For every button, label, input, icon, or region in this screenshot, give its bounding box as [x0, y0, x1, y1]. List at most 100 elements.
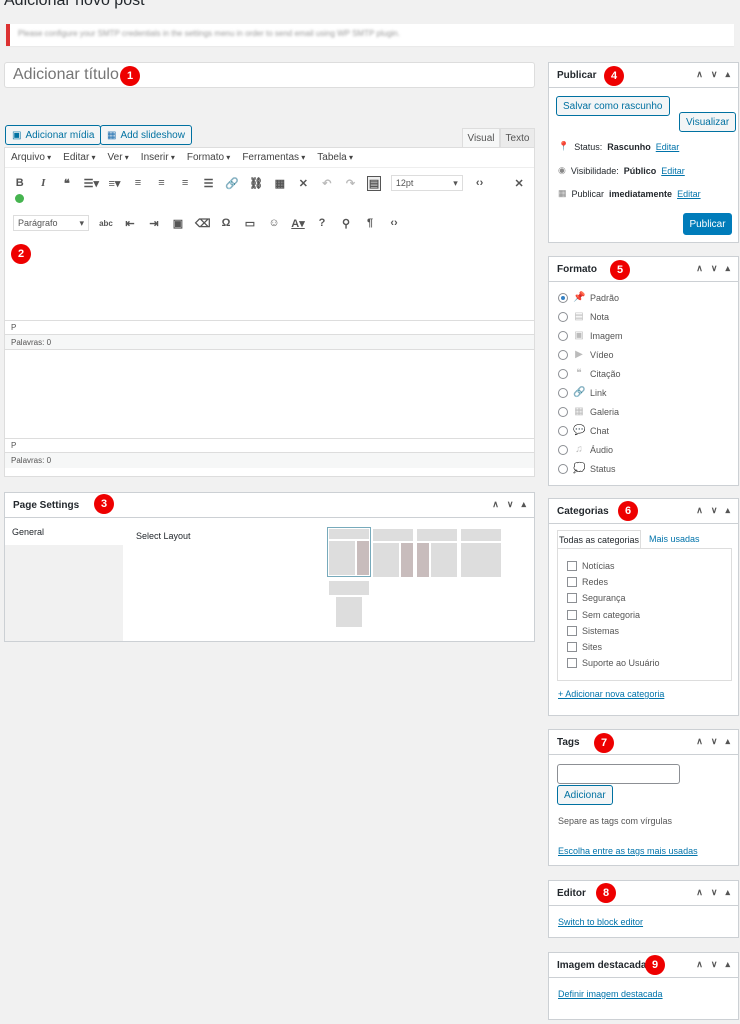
strikethrough-icon[interactable]: abc — [99, 219, 113, 228]
radio-selected[interactable] — [558, 292, 568, 303]
chevron-up-icon[interactable]: ∧ — [696, 887, 703, 898]
checkbox[interactable] — [567, 658, 577, 668]
toggle-icon[interactable]: ▴ — [725, 69, 730, 80]
chevron-down-icon[interactable]: ∨ — [711, 887, 718, 898]
chevron-down-icon[interactable]: ∨ — [507, 499, 514, 510]
format-option[interactable]: ▣ Imagem — [558, 330, 623, 341]
radio[interactable] — [558, 349, 568, 360]
code-icon[interactable]: ‹› — [473, 177, 487, 189]
toggle-icon[interactable]: ▴ — [725, 736, 730, 747]
post-title-input[interactable] — [4, 62, 535, 88]
toggle-icon[interactable]: ▴ — [725, 263, 730, 274]
checkbox[interactable] — [567, 593, 577, 603]
add-tag-button[interactable]: Adicionar — [557, 785, 613, 805]
align-left-icon[interactable]: ≡ — [131, 177, 145, 189]
toggle-icon[interactable]: ▴ — [521, 499, 526, 510]
checkbox[interactable] — [567, 626, 577, 636]
radio[interactable] — [558, 444, 568, 455]
layout-option-4[interactable] — [461, 529, 501, 541]
radio[interactable] — [558, 330, 568, 341]
align-right-icon[interactable]: ≡ — [178, 177, 192, 189]
radio[interactable] — [558, 463, 568, 474]
numbered-list-icon[interactable]: ≡▾ — [108, 177, 122, 190]
info-green-icon[interactable] — [15, 194, 24, 203]
checkbox[interactable] — [567, 610, 577, 620]
align-center-icon[interactable]: ≡ — [155, 177, 169, 189]
radio[interactable] — [558, 311, 568, 322]
save-draft-button[interactable]: Salvar como rascunho — [556, 96, 670, 116]
fullscreen-icon[interactable]: ✕ — [297, 177, 311, 190]
tab-visual[interactable]: Visual — [462, 128, 500, 148]
menu-file[interactable]: Arquivo — [11, 152, 51, 163]
chevron-up-icon[interactable]: ∧ — [696, 263, 703, 274]
bold-icon[interactable]: B — [13, 177, 27, 189]
code-view-icon[interactable]: ‹› — [387, 217, 401, 229]
radio[interactable] — [558, 425, 568, 436]
toggle-icon[interactable]: ▴ — [725, 959, 730, 970]
italic-icon[interactable]: I — [37, 177, 51, 189]
menu-insert[interactable]: Inserir — [141, 152, 175, 163]
category-item[interactable]: Suporte ao Usuário — [567, 658, 660, 668]
edit-status-link[interactable]: Editar — [656, 142, 680, 152]
editor-header[interactable]: Editor ∧ ∨ ▴ — [549, 881, 738, 906]
find-icon[interactable]: ⚲ — [339, 217, 353, 230]
category-item[interactable]: Redes — [567, 577, 608, 587]
publish-button[interactable]: Publicar — [683, 213, 732, 235]
radio[interactable] — [558, 406, 568, 417]
chevron-up-icon[interactable]: ∧ — [492, 499, 499, 510]
edit-visibility-link[interactable]: Editar — [661, 166, 685, 176]
add-media-button[interactable]: ▣ Adicionar mídia — [5, 125, 102, 145]
tab-popular-categories[interactable]: Mais usadas — [649, 534, 700, 544]
table-icon[interactable]: ▦ — [273, 177, 287, 190]
chevron-down-icon[interactable]: ∨ — [711, 959, 718, 970]
checkbox[interactable] — [567, 642, 577, 652]
tab-general[interactable]: General — [5, 519, 123, 545]
checkbox[interactable] — [567, 577, 577, 587]
chevron-down-icon[interactable]: ∨ — [711, 69, 718, 80]
expand-icon[interactable]: ✕ — [512, 177, 526, 190]
category-item[interactable]: Segurança — [567, 593, 626, 603]
chevron-down-icon[interactable]: ∨ — [711, 736, 718, 747]
checkbox[interactable] — [567, 561, 577, 571]
preview-button[interactable]: Visualizar — [679, 112, 737, 132]
keyboard-icon[interactable]: ▤ — [367, 175, 381, 191]
block-format-select[interactable]: Parágrafo ▾ — [13, 215, 89, 231]
format-option[interactable]: 🔗 Link — [558, 387, 607, 398]
menu-view[interactable]: Ver — [108, 152, 129, 163]
outdent-icon[interactable]: ⇤ — [123, 217, 137, 230]
font-size-select[interactable]: 12pt ▾ — [390, 175, 463, 191]
chevron-up-icon[interactable]: ∧ — [696, 505, 703, 516]
redo-icon[interactable]: ↷ — [344, 177, 358, 190]
choose-tags-link[interactable]: Escolha entre as tags mais usadas — [558, 846, 698, 856]
category-item[interactable]: Sites — [567, 642, 602, 652]
eraser-icon[interactable]: ⌫ — [195, 217, 211, 230]
justify-icon[interactable]: ☰ — [202, 177, 216, 190]
hr-icon[interactable]: ▭ — [243, 217, 257, 230]
layout-option-5[interactable] — [329, 581, 369, 595]
link-icon[interactable]: 🔗 — [225, 177, 239, 190]
publish-header[interactable]: Publicar ∧ ∨ ▴ — [549, 63, 738, 88]
menu-edit[interactable]: Editar — [63, 152, 95, 163]
radio[interactable] — [558, 387, 568, 398]
bullet-list-icon[interactable]: ☰▾ — [84, 177, 99, 190]
format-option[interactable]: ❝ Citação — [558, 368, 621, 379]
add-category-link[interactable]: + Adicionar nova categoria — [558, 689, 664, 699]
toggle-icon[interactable]: ▴ — [725, 505, 730, 516]
editor-body-2[interactable] — [5, 350, 534, 438]
tags-header[interactable]: Tags ∧ ∨ ▴ — [549, 730, 738, 755]
chevron-up-icon[interactable]: ∧ — [696, 959, 703, 970]
text-color-icon[interactable]: A▾ — [291, 217, 305, 230]
set-featured-image-link[interactable]: Definir imagem destacada — [558, 989, 663, 999]
category-item[interactable]: Sem categoria — [567, 610, 640, 620]
tab-all-categories[interactable]: Todas as categorias — [557, 530, 641, 548]
format-option[interactable]: ▤ Nota — [558, 311, 609, 322]
undo-icon[interactable]: ↶ — [320, 177, 334, 190]
format-option[interactable]: ▦ Galeria — [558, 406, 619, 417]
edit-schedule-link[interactable]: Editar — [677, 189, 701, 199]
chevron-up-icon[interactable]: ∧ — [696, 736, 703, 747]
emoji-icon[interactable]: ☺ — [267, 217, 281, 229]
format-option[interactable]: 💭 Status — [558, 463, 616, 474]
tag-input[interactable] — [557, 764, 680, 784]
quote-icon[interactable]: ❝ — [60, 177, 74, 190]
chevron-down-icon[interactable]: ∨ — [711, 505, 718, 516]
